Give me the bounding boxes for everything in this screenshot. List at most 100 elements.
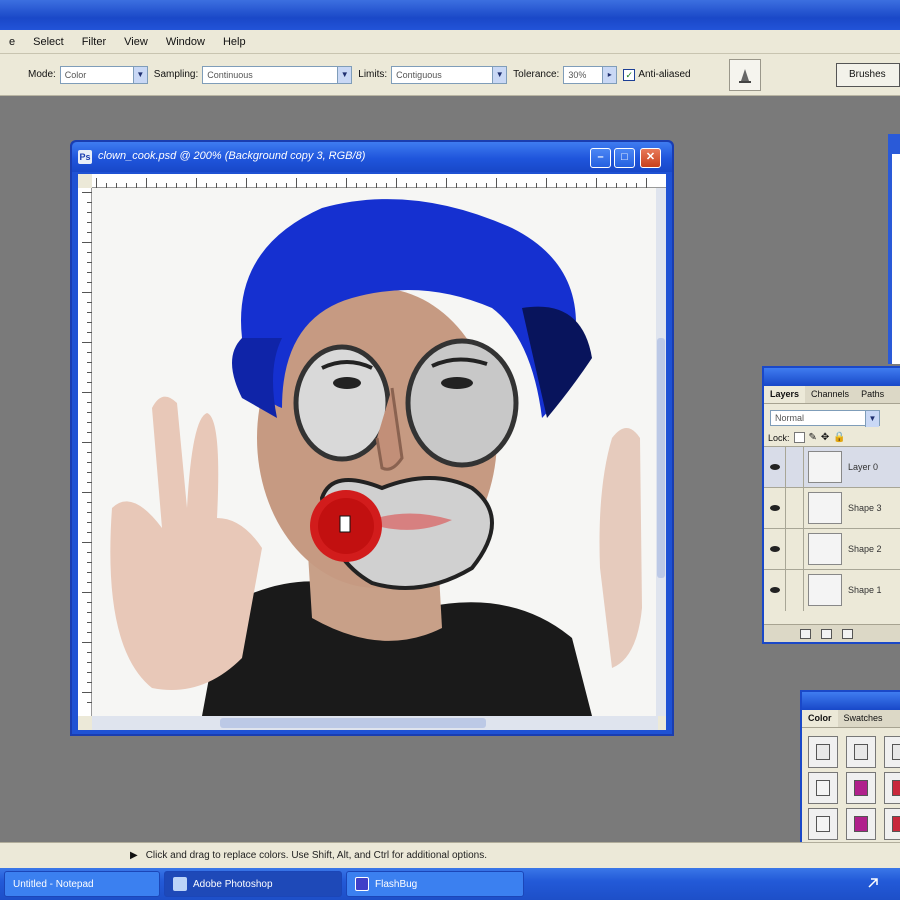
- mode-select[interactable]: Color ▼: [59, 65, 148, 84]
- new-layer-icon[interactable]: [800, 628, 811, 639]
- ruler-tick: [82, 392, 92, 393]
- swatch-color-chip: [892, 780, 900, 796]
- taskbar-item-label: Adobe Photoshop: [193, 878, 273, 890]
- color-swatch[interactable]: [846, 808, 876, 840]
- maximize-button[interactable]: □: [614, 148, 635, 168]
- limits-value: Contiguous: [396, 69, 442, 80]
- eye-icon[interactable]: [764, 569, 786, 611]
- swatch-color-chip: [854, 816, 868, 832]
- close-button[interactable]: ✕: [640, 148, 661, 168]
- layers-panel-titlebar[interactable]: [764, 368, 900, 386]
- ruler-tick: [82, 242, 92, 243]
- tool-preset-icon[interactable]: [728, 58, 761, 91]
- lock-row: Lock: ✎ ✥ 🔒: [764, 429, 900, 446]
- ruler-tick: [82, 492, 92, 493]
- eye-icon[interactable]: [764, 446, 786, 488]
- ruler-tick: [596, 178, 597, 188]
- color-swatch[interactable]: [884, 808, 900, 840]
- layer-thumbnail: [808, 451, 842, 483]
- taskbar: Untitled - Notepad Adobe Photoshop Flash…: [0, 868, 900, 900]
- document-title: clown_cook.psd @ 200% (Background copy 3…: [98, 150, 366, 162]
- menu-view[interactable]: View: [115, 31, 157, 53]
- status-bar: ▶ Click and drag to replace colors. Use …: [0, 842, 900, 868]
- trash-icon[interactable]: [842, 628, 853, 639]
- color-swatch[interactable]: [808, 736, 838, 768]
- taskbar-item-photoshop[interactable]: Adobe Photoshop: [164, 871, 342, 897]
- layer-mask-icon[interactable]: [821, 628, 832, 639]
- color-swatch[interactable]: [884, 772, 900, 804]
- layer-row[interactable]: Shape 2: [764, 528, 900, 570]
- tab-layers[interactable]: Layers: [764, 386, 806, 403]
- lock-transparency-checkbox[interactable]: [793, 432, 805, 443]
- menu-window[interactable]: Window: [157, 31, 214, 53]
- ruler-tick: [82, 342, 92, 343]
- ruler-tick: [82, 642, 92, 643]
- document-titlebar[interactable]: Ps clown_cook.psd @ 200% (Background cop…: [72, 142, 672, 172]
- horizontal-scroll-thumb[interactable]: [220, 718, 486, 728]
- lock-label: Lock:: [768, 432, 790, 443]
- ruler-tick: [82, 592, 92, 593]
- taskbar-item-flashbug[interactable]: FlashBug: [346, 871, 524, 897]
- layer-row[interactable]: Shape 3: [764, 487, 900, 529]
- horizontal-scrollbar[interactable]: [92, 716, 658, 730]
- lock-icon[interactable]: 🔒: [833, 432, 845, 443]
- limits-select[interactable]: Contiguous ▼: [391, 65, 508, 84]
- minimize-button[interactable]: –: [590, 148, 611, 168]
- ruler-tick: [82, 192, 92, 193]
- taskbar-item-label: FlashBug: [375, 878, 418, 890]
- ruler-tick: [396, 178, 397, 188]
- layer-name: Shape 2: [848, 544, 882, 554]
- tab-channels[interactable]: Channels: [805, 386, 855, 403]
- secondary-document-window[interactable]: [888, 134, 900, 364]
- brush-icon[interactable]: ✎: [809, 432, 817, 443]
- tray-arrow-icon[interactable]: [866, 876, 880, 890]
- color-swatch[interactable]: [846, 736, 876, 768]
- layer-row[interactable]: Layer 0: [764, 446, 900, 488]
- layer-thumbnail: [808, 574, 842, 606]
- play-arrow-icon[interactable]: ▶: [130, 850, 138, 861]
- tool-options-bar: Mode: Color ▼ Sampling: Continuous ▼ Lim…: [0, 54, 900, 96]
- color-panel-titlebar[interactable]: [802, 692, 900, 710]
- blend-mode-select[interactable]: Normal ▼: [770, 410, 880, 427]
- mode-label: Mode:: [28, 69, 56, 80]
- layer-link-cell[interactable]: [786, 528, 804, 570]
- eye-icon[interactable]: [764, 487, 786, 529]
- brushes-button[interactable]: Brushes: [836, 63, 900, 87]
- color-swatch[interactable]: [808, 772, 838, 804]
- layer-link-cell[interactable]: [786, 487, 804, 529]
- tab-paths[interactable]: Paths: [855, 386, 890, 403]
- move-icon[interactable]: ✥: [821, 432, 829, 443]
- color-swatch[interactable]: [884, 736, 900, 768]
- swatch-color-chip: [816, 816, 830, 832]
- layer-link-cell[interactable]: [786, 569, 804, 611]
- layer-link-cell[interactable]: [786, 446, 804, 488]
- layers-panel: Layers Channels Paths Normal ▼ Lock: ✎ ✥…: [762, 366, 900, 644]
- vertical-scroll-thumb[interactable]: [657, 338, 665, 578]
- layer-row[interactable]: Shape 1: [764, 569, 900, 611]
- photo-canvas[interactable]: [92, 188, 658, 716]
- vertical-scrollbar[interactable]: [656, 188, 666, 716]
- menu-filter[interactable]: Filter: [73, 31, 115, 53]
- color-panel: Color Swatches: [800, 690, 900, 860]
- limits-label: Limits:: [358, 69, 388, 80]
- color-swatch[interactable]: [846, 772, 876, 804]
- tolerance-input[interactable]: 30% ▸: [563, 65, 618, 84]
- menu-edit[interactable]: e: [0, 31, 24, 53]
- ruler-tick: [546, 178, 547, 188]
- taskbar-item-notepad[interactable]: Untitled - Notepad: [4, 871, 160, 897]
- status-text: Click and drag to replace colors. Use Sh…: [145, 850, 487, 861]
- swatch-color-chip: [854, 744, 868, 760]
- swatch-color-chip: [816, 744, 830, 760]
- color-swatch[interactable]: [808, 808, 838, 840]
- eye-icon[interactable]: [764, 528, 786, 570]
- sampling-select[interactable]: Continuous ▼: [202, 65, 353, 84]
- layers-panel-footer: [764, 624, 900, 642]
- menu-help[interactable]: Help: [214, 31, 255, 53]
- tab-color[interactable]: Color: [802, 710, 838, 727]
- anti-alias-checkbox[interactable]: ✓: [623, 68, 636, 81]
- ruler-tick: [146, 178, 147, 188]
- menu-select[interactable]: Select: [24, 31, 73, 53]
- tab-swatches[interactable]: Swatches: [838, 710, 889, 727]
- layers-panel-tabs: Layers Channels Paths: [764, 386, 900, 404]
- mode-value: Color: [64, 69, 87, 80]
